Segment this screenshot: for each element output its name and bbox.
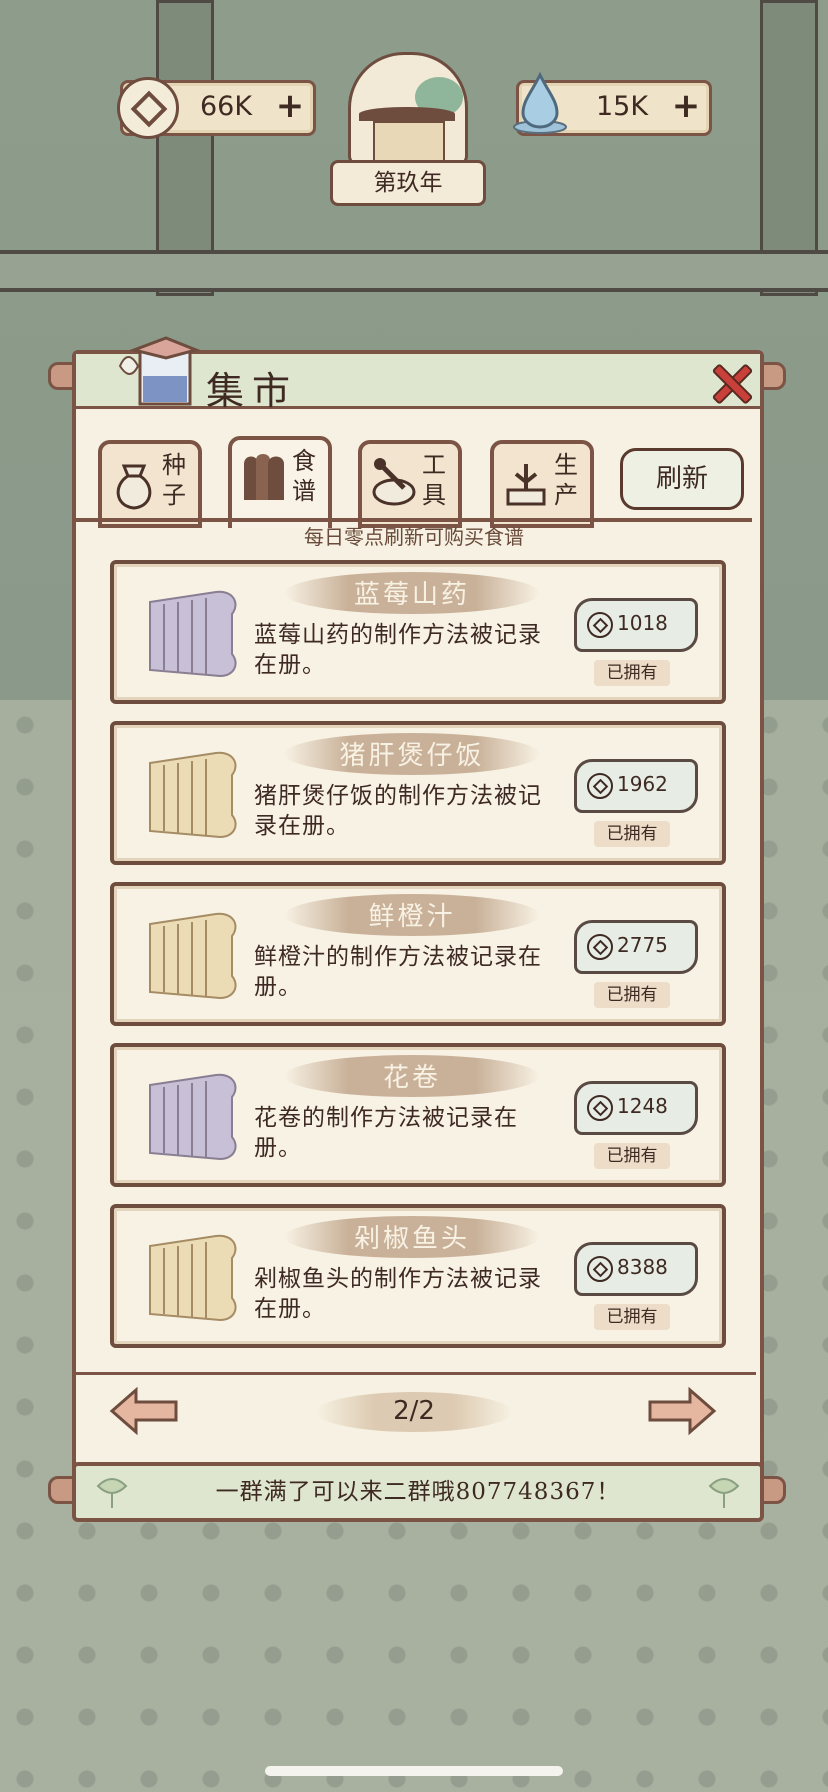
panel-title: 集市 (206, 369, 299, 413)
owned-badge: 已拥有 (594, 982, 670, 1008)
price-value: 1248 (617, 1094, 668, 1118)
recipe-name: 花卷 (382, 1063, 441, 1093)
tab-recipes-label: 食谱 (292, 447, 316, 505)
recipe-scroll-image (149, 1234, 237, 1322)
market-stall-icon (118, 336, 201, 406)
tab-production[interactable]: 生产 (490, 440, 594, 528)
price-tag[interactable]: 1018 (574, 598, 698, 652)
home-indicator[interactable] (265, 1766, 563, 1776)
recipe-scroll-icon (244, 454, 284, 500)
owned-badge: 已拥有 (594, 1143, 670, 1169)
tab-seeds[interactable]: 种子 (98, 440, 202, 528)
year-label: 第玖年 (330, 160, 486, 206)
recipe-name: 鲜橙汁 (368, 902, 456, 932)
tab-production-label: 生产 (554, 451, 578, 509)
recipe-scroll-image (149, 1073, 237, 1161)
recipe-card[interactable]: 鲜橙汁 鲜橙汁的制作方法被记录在册。 2775 已拥有 (110, 882, 726, 1026)
coin-counter[interactable]: 66K + (117, 77, 316, 139)
ginkgo-leaf-icon (708, 1478, 740, 1508)
recipe-card[interactable]: 花卷 花卷的制作方法被记录在册。 1248 已拥有 (110, 1043, 726, 1187)
recipe-description: 剁椒鱼头的制作方法被记录在册。 (254, 1266, 542, 1322)
recipe-name: 剁椒鱼头 (353, 1224, 470, 1254)
recipe-card[interactable]: 蓝莓山药 蓝莓山药的制作方法被记录在册。 1018 已拥有 (110, 560, 726, 704)
add-coins-icon[interactable]: + (275, 89, 305, 123)
price-value: 1018 (617, 611, 668, 635)
price-tag[interactable]: 2775 (574, 920, 698, 974)
recipe-description: 蓝莓山药的制作方法被记录在册。 (254, 622, 542, 678)
price-value: 2775 (617, 933, 668, 957)
owned-badge: 已拥有 (594, 1304, 670, 1330)
recipe-card[interactable]: 剁椒鱼头 剁椒鱼头的制作方法被记录在册。 8388 已拥有 (110, 1204, 726, 1348)
price-value: 8388 (617, 1255, 668, 1279)
tab-tools-label: 工具 (422, 451, 446, 509)
seed-bag-icon (116, 464, 152, 510)
refresh-hint: 每日零点刷新可购买食谱 (304, 525, 524, 549)
page-indicator: 2/2 (393, 1396, 435, 1426)
recipe-description: 花卷的制作方法被记录在册。 (254, 1105, 518, 1161)
courtyard-emblem-icon (348, 52, 468, 166)
recipe-name: 猪肝煲仔饭 (339, 741, 485, 771)
recipe-scroll-image (149, 590, 237, 678)
panel-header: 集市 (76, 336, 760, 413)
price-tag[interactable]: 1248 (574, 1081, 698, 1135)
footer-banner: 一群满了可以来二群哦807748367！ (72, 1462, 764, 1522)
coin-icon (587, 1256, 613, 1282)
refresh-button[interactable]: 刷新 (620, 448, 744, 510)
owned-badge: 已拥有 (594, 660, 670, 686)
close-button[interactable] (708, 360, 750, 402)
price-tag[interactable]: 1962 (574, 759, 698, 813)
year-badge: 第玖年 (330, 52, 486, 206)
tab-tools[interactable]: 工具 (358, 440, 462, 528)
owned-badge: 已拥有 (594, 821, 670, 847)
water-counter[interactable]: 15K + (513, 71, 712, 136)
tab-recipes[interactable]: 食谱 (228, 436, 332, 528)
recipe-description: 猪肝煲仔饭的制作方法被记录在册。 (254, 783, 542, 839)
add-water-icon[interactable]: + (671, 89, 701, 123)
price-tag[interactable]: 8388 (574, 1242, 698, 1296)
water-drop-icon (513, 71, 567, 134)
recipe-scroll-image (149, 912, 237, 1000)
recipe-name: 蓝莓山药 (353, 580, 470, 610)
production-icon (506, 464, 546, 506)
water-amount: 15K (595, 91, 649, 122)
tab-seeds-label: 种子 (162, 451, 186, 509)
coin-icon (587, 934, 613, 960)
prev-page-arrow-icon[interactable] (108, 1386, 180, 1436)
pager-divider (72, 1372, 756, 1375)
recipe-description: 鲜橙汁的制作方法被记录在册。 (254, 944, 542, 1000)
coin-amount: 66K (199, 91, 253, 122)
coin-icon (117, 77, 179, 139)
coin-icon (587, 773, 613, 799)
coin-icon (587, 1095, 613, 1121)
wall-beam (0, 250, 828, 292)
group-invite-message: 一群满了可以来二群哦807748367！ (215, 1479, 621, 1505)
next-page-arrow-icon[interactable] (646, 1386, 718, 1436)
price-value: 1962 (617, 772, 668, 796)
recipe-card[interactable]: 猪肝煲仔饭 猪肝煲仔饭的制作方法被记录在册。 1962 已拥有 (110, 721, 726, 865)
coin-icon (587, 612, 613, 638)
tools-icon (372, 458, 416, 506)
recipe-scroll-image (149, 751, 237, 839)
